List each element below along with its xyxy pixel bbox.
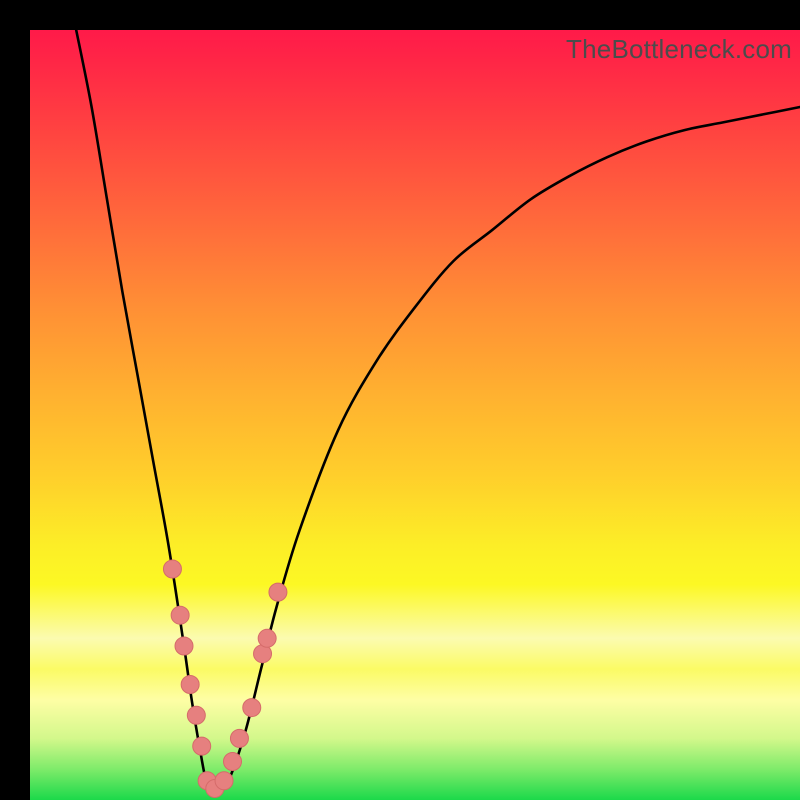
curve-marker — [187, 706, 205, 724]
chart-frame: TheBottleneck.com — [30, 30, 800, 800]
curve-marker — [243, 699, 261, 717]
curve-marker — [215, 772, 233, 790]
curve-marker — [181, 676, 199, 694]
watermark-text: TheBottleneck.com — [566, 34, 792, 65]
bottleneck-chart-svg — [30, 30, 800, 800]
curve-marker — [224, 753, 242, 771]
curve-marker — [175, 637, 193, 655]
curve-marker — [269, 583, 287, 601]
curve-marker — [193, 737, 211, 755]
curve-marker — [230, 729, 248, 747]
bottleneck-curve-path — [76, 30, 800, 789]
curve-marker — [163, 560, 181, 578]
curve-marker — [258, 629, 276, 647]
curve-marker — [171, 606, 189, 624]
curve-markers-group — [163, 560, 286, 797]
